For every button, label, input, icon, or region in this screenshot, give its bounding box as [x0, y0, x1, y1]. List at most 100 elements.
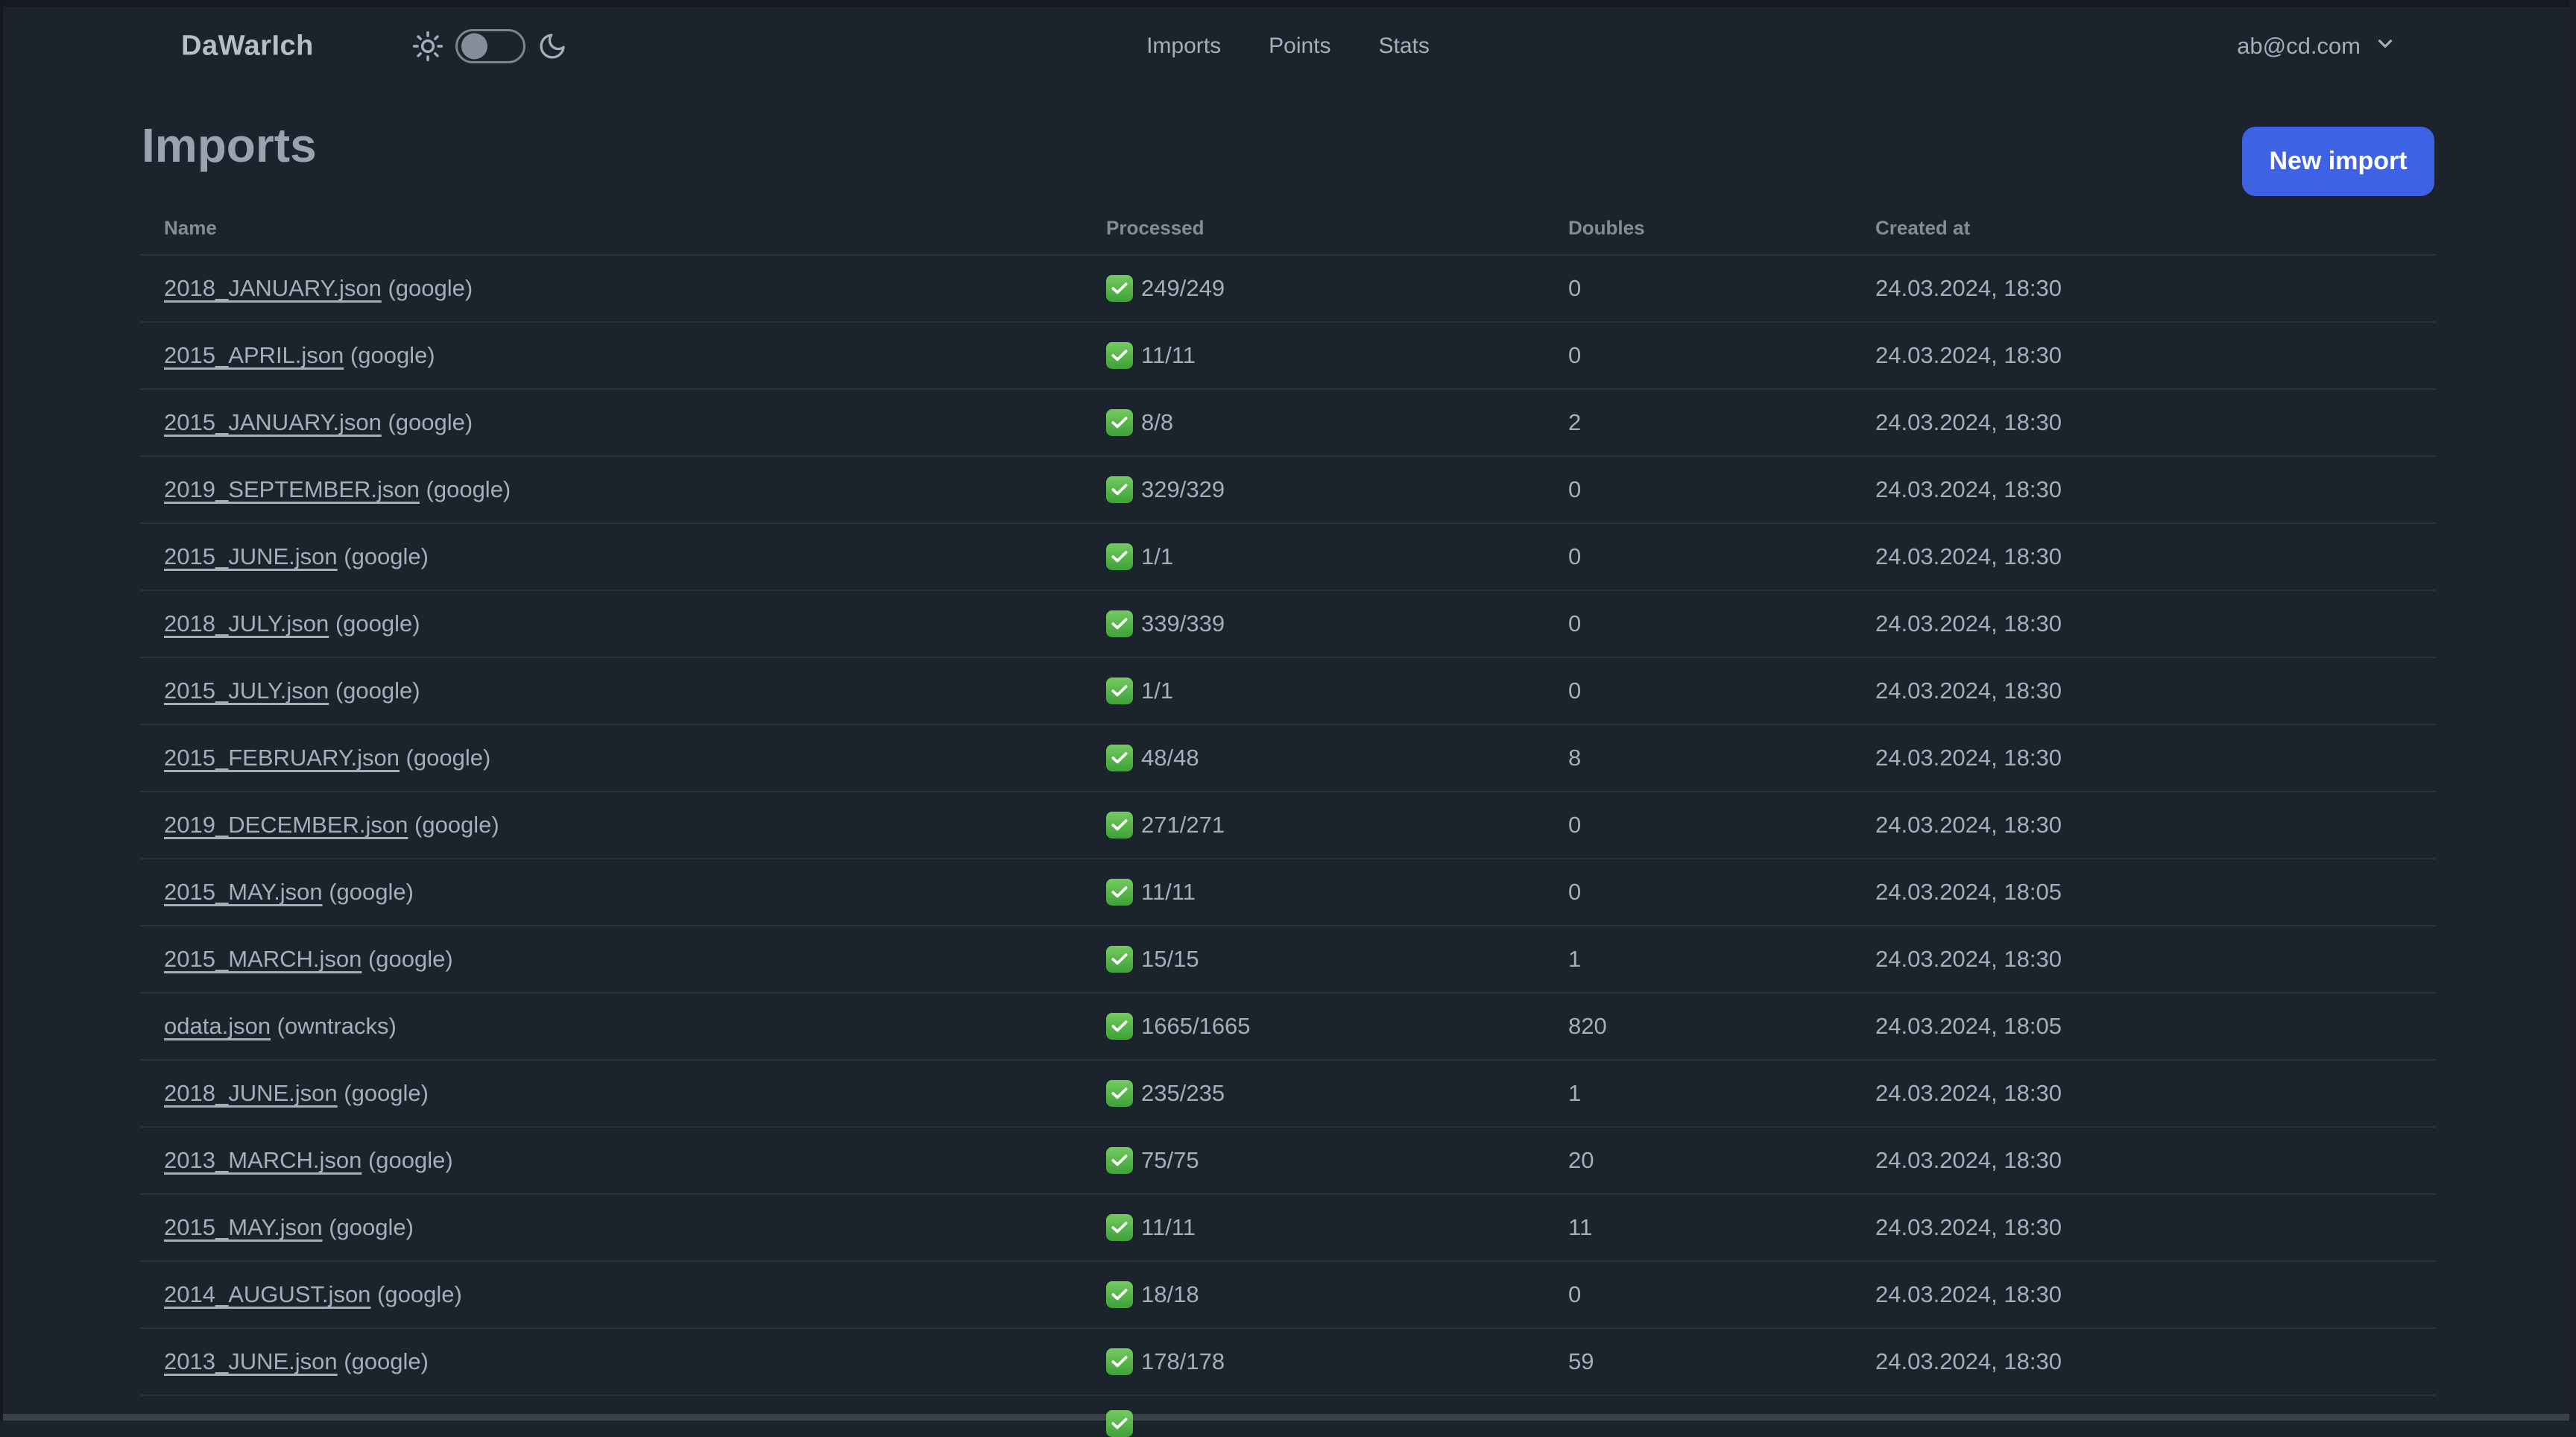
cell-processed: 8/8	[1106, 409, 1173, 436]
import-source-label: (google)	[329, 678, 420, 704]
success-check-icon	[1106, 1410, 1133, 1437]
import-file-link[interactable]: 2015_FEBRUARY.json	[164, 745, 400, 771]
import-file-link[interactable]: 2019_SEPTEMBER.json	[164, 476, 420, 502]
import-file-link[interactable]: 2019_DECEMBER.json	[164, 812, 408, 838]
cell-doubles: 20	[1568, 1147, 1594, 1173]
processed-count: 18/18	[1141, 1281, 1199, 1307]
cell-name: 2015_JANUARY.json (google)	[164, 409, 473, 436]
processed-count: 1/1	[1141, 678, 1174, 704]
import-file-link[interactable]: 2015_MARCH.json	[164, 946, 362, 972]
import-file-link[interactable]: 2018_JANUARY.json	[164, 275, 382, 301]
table-row: 2014_AUGUST.json (google) 18/18 0 24.03.202…	[140, 1260, 2436, 1327]
success-check-icon	[1106, 476, 1133, 503]
success-check-icon	[1106, 812, 1133, 838]
import-file-link[interactable]: 2015_MAY.json	[164, 1214, 323, 1240]
cell-created-at: 24.03.2024, 18:30	[1875, 610, 2062, 637]
import-file-link[interactable]: 2018_JUNE.json	[164, 1080, 338, 1106]
cell-created-at: 24.03.2024, 18:30	[1875, 1080, 2062, 1106]
cell-doubles: 8	[1568, 745, 1582, 771]
theme-switch[interactable]	[455, 29, 525, 63]
cell-doubles: 0	[1568, 879, 1582, 905]
import-source-label: (google)	[399, 745, 491, 771]
import-source-label: (google)	[370, 1281, 462, 1307]
cell-processed: 1/1	[1106, 678, 1173, 704]
table-row: 2015_JANUARY.json (google) 8/8 2 24.03.2024…	[140, 388, 2436, 455]
nav-link-points[interactable]: Points	[1269, 34, 1330, 59]
bottom-edge-strip	[0, 1414, 2576, 1421]
table-row: odata.json (owntracks) 1665/1665 820 24.03.…	[140, 992, 2436, 1059]
cell-created-at: 24.03.2024, 18:30	[1875, 275, 2062, 301]
cell-created-at: 24.03.2024, 18:30	[1875, 1147, 2062, 1173]
cell-processed: 11/11	[1106, 1214, 1196, 1241]
chevron-down-icon	[2374, 32, 2396, 60]
nav-link-stats[interactable]: Stats	[1379, 34, 1430, 59]
import-file-link[interactable]: 2015_MAY.json	[164, 879, 323, 905]
table-row: 2015_JULY.json (google) 1/1 0 24.03.2024, 1…	[140, 657, 2436, 724]
cell-processed: 11/11	[1106, 342, 1196, 369]
cell-created-at: 24.03.2024, 18:30	[1875, 946, 2062, 972]
import-file-link[interactable]: 2014_AUGUST.json	[164, 1281, 370, 1307]
table-row: 2015_FEBRUARY.json (google) 48/48 8 24.03.2…	[140, 724, 2436, 791]
import-source-label: (google)	[408, 812, 499, 838]
cell-created-at: 24.03.2024, 18:30	[1875, 678, 2062, 704]
success-check-icon	[1106, 1214, 1133, 1241]
import-file-link[interactable]: 2018_JULY.json	[164, 610, 329, 637]
table-row: 2019_DECEMBER.json (google) 271/271 0 24.03…	[140, 791, 2436, 858]
cell-doubles: 0	[1568, 1281, 1582, 1307]
import-file-link[interactable]: 2013_MARCH.json	[164, 1147, 362, 1173]
cell-created-at: 24.03.2024, 18:30	[1875, 812, 2062, 838]
success-check-icon	[1106, 1013, 1133, 1040]
import-file-link[interactable]: 2015_JULY.json	[164, 678, 329, 704]
cell-name: 2013_MARCH.json (google)	[164, 1147, 453, 1174]
import-source-label: (google)	[337, 1348, 429, 1374]
cell-name: 2015_JULY.json (google)	[164, 678, 420, 704]
table-row: 2018_JANUARY.json (google) 249/249 0 24.03.…	[140, 254, 2436, 321]
window-edge-left	[0, 0, 3, 1421]
new-import-button[interactable]: New import	[2242, 127, 2434, 196]
account-menu[interactable]: ab@cd.com	[2237, 32, 2396, 60]
theme-toggle-group	[412, 29, 567, 63]
cell-created-at: 24.03.2024, 18:30	[1875, 1281, 2062, 1307]
navbar: DaWarIch Imports Points Stats ab@cd.com	[0, 7, 2576, 86]
import-source-label: (google)	[322, 1214, 414, 1240]
processed-count: 178/178	[1141, 1348, 1225, 1374]
cell-name: 2018_JUNE.json (google)	[164, 1080, 429, 1107]
processed-count: 271/271	[1141, 812, 1225, 838]
processed-count: 339/339	[1141, 610, 1225, 637]
cell-doubles: 0	[1568, 678, 1582, 704]
table-row: 2015_MARCH.json (google) 15/15 1 24.03.2024…	[140, 925, 2436, 992]
success-check-icon	[1106, 1080, 1133, 1107]
cell-created-at: 24.03.2024, 18:30	[1875, 476, 2062, 502]
import-file-link[interactable]: 2015_JANUARY.json	[164, 409, 382, 435]
cell-doubles: 0	[1568, 543, 1582, 569]
nav-link-imports[interactable]: Imports	[1146, 34, 1221, 59]
cell-name: 2019_DECEMBER.json (google)	[164, 812, 499, 838]
cell-processed: 178/178	[1106, 1348, 1225, 1375]
processed-count: 329/329	[1141, 476, 1225, 502]
import-source-label: (owntracks)	[271, 1013, 397, 1039]
import-source-label: (google)	[419, 476, 511, 502]
cell-doubles: 1	[1568, 946, 1582, 972]
cell-doubles: 0	[1568, 476, 1582, 502]
processed-count: 15/15	[1141, 946, 1199, 972]
import-file-link[interactable]: 2015_APRIL.json	[164, 342, 344, 368]
cell-processed: 75/75	[1106, 1147, 1199, 1174]
cell-doubles: 0	[1568, 812, 1582, 838]
cell-created-at: 24.03.2024, 18:30	[1875, 1214, 2062, 1240]
import-file-link[interactable]: 2015_JUNE.json	[164, 543, 338, 569]
processed-count: 235/235	[1141, 1080, 1225, 1106]
processed-count: 249/249	[1141, 275, 1225, 301]
table-row: 2015_MAY.json (google) 11/11 11 24.03.2024,…	[140, 1193, 2436, 1260]
import-file-link[interactable]: 2013_JUNE.json	[164, 1348, 338, 1374]
import-source-label: (google)	[362, 946, 453, 972]
table-row: 2015_MAY.json (google) 11/11 0 24.03.2024, …	[140, 858, 2436, 925]
cell-processed: 339/339	[1106, 610, 1225, 637]
scrollbar-track[interactable]	[2569, 0, 2576, 1421]
cell-name: 2013_JUNE.json (google)	[164, 1348, 429, 1375]
column-header-doubles: Doubles	[1568, 216, 1645, 239]
app-logo[interactable]: DaWarIch	[181, 31, 314, 63]
import-file-link[interactable]: odata.json	[164, 1013, 271, 1039]
cell-name: 2015_FEBRUARY.json (google)	[164, 745, 490, 771]
cell-doubles: 0	[1568, 342, 1582, 368]
success-check-icon	[1106, 678, 1133, 704]
